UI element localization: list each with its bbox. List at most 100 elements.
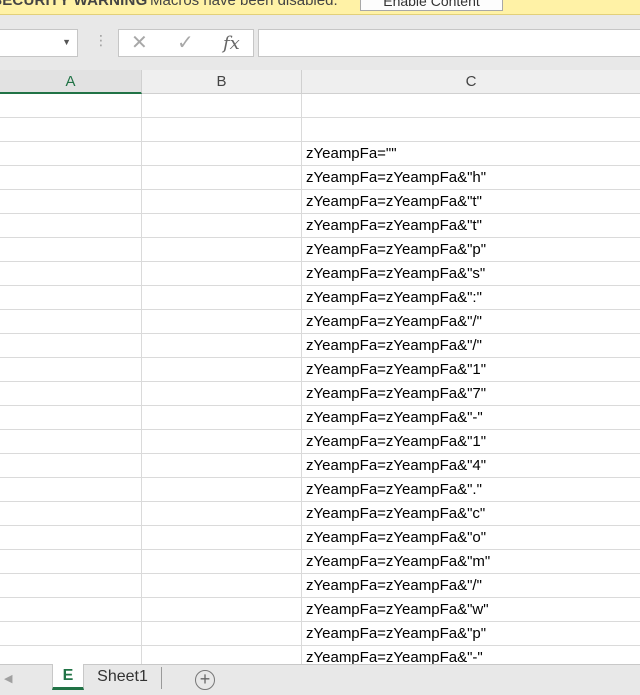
table-row: zYeampFa=zYeampFa&"4" [0,454,640,478]
table-row: zYeampFa=zYeampFa&"/" [0,574,640,598]
cell-b[interactable] [142,142,302,166]
cell-b[interactable] [142,238,302,262]
cell-c[interactable]: zYeampFa=zYeampFa&"p" [302,622,640,646]
formula-input[interactable] [258,29,640,57]
cell-a[interactable] [0,118,142,142]
cell-b[interactable] [142,454,302,478]
cell-c[interactable]: zYeampFa=zYeampFa&"1" [302,358,640,382]
cell-b[interactable] [142,406,302,430]
chevron-down-icon[interactable]: ▼ [62,37,71,47]
cell-a[interactable] [0,358,142,382]
cell-b[interactable] [142,526,302,550]
cell-a[interactable] [0,574,142,598]
cell-b[interactable] [142,598,302,622]
table-row [0,118,640,142]
cell-b[interactable] [142,430,302,454]
column-header-a[interactable]: A [0,70,142,94]
insert-function-icon[interactable]: fx [223,33,240,54]
cell-c[interactable] [302,94,640,118]
column-header-b[interactable]: B [142,70,302,94]
security-warning-message: Macros have been disabled. [150,0,338,9]
cell-c[interactable]: zYeampFa=zYeampFa&"s" [302,262,640,286]
cell-b[interactable] [142,502,302,526]
cell-a[interactable] [0,454,142,478]
cell-c[interactable]: zYeampFa=zYeampFa&"7" [302,382,640,406]
cell-b[interactable] [142,310,302,334]
cell-c[interactable]: zYeampFa=zYeampFa&"/" [302,310,640,334]
formula-buttons: ✕ ✓ fx [118,29,254,57]
cell-c[interactable]: zYeampFa=zYeampFa&"-" [302,406,640,430]
table-row: zYeampFa=zYeampFa&"7" [0,382,640,406]
cell-b[interactable] [142,214,302,238]
cell-b[interactable] [142,190,302,214]
cell-c[interactable]: zYeampFa=zYeampFa&"t" [302,190,640,214]
tab-scroll-left-icon[interactable]: ◀ [4,672,12,685]
cell-c[interactable]: zYeampFa=zYeampFa&":" [302,286,640,310]
table-row: zYeampFa=zYeampFa&"m" [0,550,640,574]
cell-a[interactable] [0,526,142,550]
cell-c[interactable]: zYeampFa=zYeampFa&"h" [302,166,640,190]
cell-b[interactable] [142,286,302,310]
cell-a[interactable] [0,478,142,502]
cell-a[interactable] [0,622,142,646]
cell-a[interactable] [0,598,142,622]
cell-a[interactable] [0,94,142,118]
add-sheet-icon[interactable]: + [195,670,215,690]
column-header-c[interactable]: C [302,70,640,94]
cell-c[interactable]: zYeampFa=zYeampFa&"c" [302,502,640,526]
cell-a[interactable] [0,286,142,310]
cell-b[interactable] [142,622,302,646]
table-row: zYeampFa=zYeampFa&"c" [0,502,640,526]
cell-b[interactable] [142,550,302,574]
cell-c[interactable]: zYeampFa=zYeampFa&"w" [302,598,640,622]
enter-icon[interactable]: ✓ [177,32,194,54]
table-row: zYeampFa=zYeampFa&"t" [0,214,640,238]
cell-a[interactable] [0,334,142,358]
cell-b[interactable] [142,334,302,358]
cell-a[interactable] [0,502,142,526]
sheet-tabs-bar: ◀ E Sheet1 + [0,664,640,695]
cell-c[interactable]: zYeampFa=zYeampFa&"t" [302,214,640,238]
cell-a[interactable] [0,262,142,286]
cell-a[interactable] [0,142,142,166]
cell-a[interactable] [0,310,142,334]
cell-b[interactable] [142,262,302,286]
security-warning-bar: SECURITY WARNING Macros have been disabl… [0,0,640,15]
cell-b[interactable] [142,574,302,598]
cell-a[interactable] [0,406,142,430]
cell-a[interactable] [0,166,142,190]
cell-c[interactable] [302,118,640,142]
cell-b[interactable] [142,478,302,502]
cell-c[interactable]: zYeampFa=zYeampFa&"/" [302,334,640,358]
cancel-icon[interactable]: ✕ [131,32,148,54]
cell-b[interactable] [142,646,302,664]
name-box[interactable]: ▼ [0,29,78,57]
cell-c[interactable]: zYeampFa=zYeampFa&"/" [302,574,640,598]
formula-bar-grip-icon[interactable]: ⋮ [94,33,108,47]
cell-a[interactable] [0,238,142,262]
cell-a[interactable] [0,382,142,406]
cell-a[interactable] [0,190,142,214]
sheet-tab-e[interactable]: E [52,664,84,690]
cell-c[interactable]: zYeampFa=zYeampFa&"4" [302,454,640,478]
cell-b[interactable] [142,166,302,190]
table-row: zYeampFa=zYeampFa&"s" [0,262,640,286]
cell-c[interactable]: zYeampFa=zYeampFa&"-" [302,646,640,664]
sheet-tab-sheet1[interactable]: Sheet1 [84,667,162,689]
cell-a[interactable] [0,214,142,238]
cell-a[interactable] [0,550,142,574]
cell-c[interactable]: zYeampFa=zYeampFa&"1" [302,430,640,454]
cell-b[interactable] [142,358,302,382]
cell-a[interactable] [0,430,142,454]
cell-c[interactable]: zYeampFa=zYeampFa&"." [302,478,640,502]
cell-a[interactable] [0,646,142,664]
cell-c[interactable]: zYeampFa=zYeampFa&"p" [302,238,640,262]
cell-b[interactable] [142,382,302,406]
table-row: zYeampFa=zYeampFa&"-" [0,646,640,664]
cell-b[interactable] [142,118,302,142]
cell-b[interactable] [142,94,302,118]
enable-content-button[interactable]: Enable Content [360,0,503,11]
cell-c[interactable]: zYeampFa=zYeampFa&"o" [302,526,640,550]
cell-c[interactable]: zYeampFa=zYeampFa&"m" [302,550,640,574]
cell-c[interactable]: zYeampFa="" [302,142,640,166]
